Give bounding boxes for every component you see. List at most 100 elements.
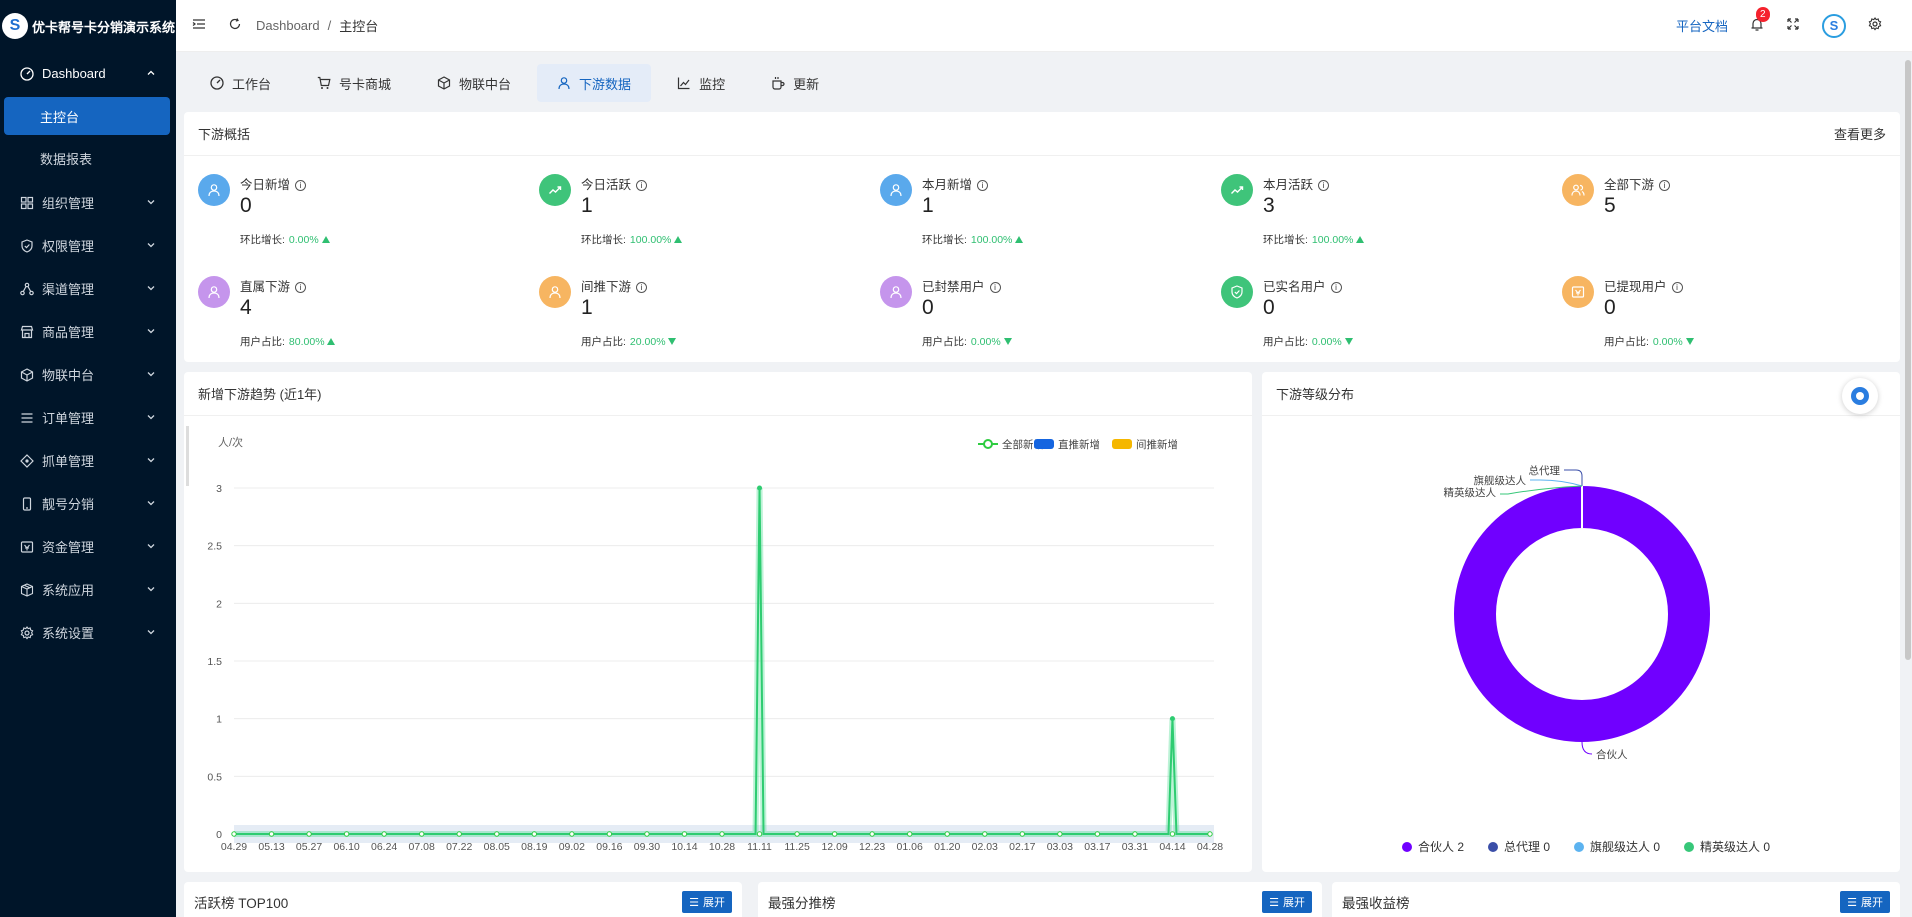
stat-value: 1 bbox=[581, 296, 593, 319]
series-point bbox=[381, 831, 387, 837]
info-icon[interactable]: i bbox=[295, 180, 307, 191]
info-icon[interactable]: i bbox=[1671, 282, 1683, 293]
breadcrumb-dashboard[interactable]: Dashboard bbox=[256, 18, 320, 33]
legend-item-label: 精英级达人 0 bbox=[1700, 840, 1771, 854]
sidebar-item-label: 抓单管理 bbox=[42, 454, 95, 469]
x-tick-label: 01.06 bbox=[897, 841, 923, 853]
top-bar: Dashboard / 主控台 平台文档 2 S bbox=[176, 0, 1912, 52]
tab-4[interactable]: 监控 bbox=[657, 64, 745, 102]
fullscreen-icon[interactable] bbox=[1786, 17, 1800, 34]
sidebar-item-9[interactable]: 系统应用 bbox=[0, 568, 176, 611]
chevron-down-icon bbox=[146, 541, 156, 553]
x-tick-label: 03.31 bbox=[1122, 841, 1148, 853]
legend-item[interactable]: 旗舰级达人 0 bbox=[1574, 838, 1660, 855]
sidebar-item-data-report[interactable]: 数据报表 bbox=[4, 139, 170, 177]
legend-item[interactable]: 总代理 0 bbox=[1488, 838, 1550, 855]
user-icon bbox=[198, 174, 230, 206]
series-point bbox=[569, 831, 575, 837]
user-icon bbox=[198, 276, 230, 308]
x-tick-label: 03.17 bbox=[1084, 841, 1110, 853]
tab-0[interactable]: 工作台 bbox=[190, 64, 291, 102]
donut-leader-line bbox=[1581, 741, 1593, 755]
referral-rank-panel: 最强分推榜 ☰ 展开 bbox=[758, 882, 1322, 917]
active-rank-expand-button[interactable]: ☰ 展开 bbox=[682, 891, 732, 913]
sidebar-item-5[interactable]: 订单管理 bbox=[0, 396, 176, 439]
menu-fold-icon[interactable] bbox=[192, 17, 206, 34]
dashboard-icon bbox=[210, 76, 224, 90]
referral-rank-expand-button[interactable]: ☰ 展开 bbox=[1262, 891, 1312, 913]
notification-badge: 2 bbox=[1756, 6, 1770, 22]
arrow-down-icon bbox=[1685, 336, 1694, 348]
stat-sub-label: 用户占比: bbox=[581, 336, 626, 348]
series-point bbox=[719, 831, 725, 837]
info-icon[interactable]: i bbox=[989, 282, 1001, 293]
donut-leader-line bbox=[1530, 479, 1583, 487]
sidebar-item-6[interactable]: 抓单管理 bbox=[0, 439, 176, 482]
tab-1[interactable]: 号卡商城 bbox=[297, 64, 411, 102]
tab-2[interactable]: 物联中台 bbox=[417, 64, 531, 102]
legend-item[interactable]: 合伙人 2 bbox=[1402, 838, 1464, 855]
sidebar-item-8[interactable]: 资金管理 bbox=[0, 525, 176, 568]
series-point bbox=[1207, 831, 1213, 837]
active-rank-panel: 活跃榜 TOP100 ☰ 展开 bbox=[184, 882, 742, 917]
sidebar-item-10[interactable]: 系统设置 bbox=[0, 611, 176, 654]
stat-sub-label: 环比增长: bbox=[922, 234, 967, 246]
arrow-down-icon bbox=[1344, 336, 1353, 348]
gear-icon[interactable] bbox=[1868, 17, 1882, 34]
sidebar-item-1[interactable]: 权限管理 bbox=[0, 224, 176, 267]
avatar[interactable]: S bbox=[1822, 13, 1846, 38]
legend-item[interactable]: 精英级达人 0 bbox=[1684, 838, 1770, 855]
series-point bbox=[1169, 831, 1176, 837]
stat-label: 已实名用户 bbox=[1263, 280, 1326, 294]
stat-value: 0 bbox=[922, 296, 934, 319]
sidebar-item-2[interactable]: 渠道管理 bbox=[0, 267, 176, 310]
sidebar-item-7[interactable]: 靓号分销 bbox=[0, 482, 176, 525]
stat-label: 直属下游 bbox=[240, 280, 291, 294]
cube-icon bbox=[437, 76, 451, 90]
tab-label: 工作台 bbox=[232, 76, 272, 92]
info-icon[interactable]: i bbox=[1318, 180, 1330, 191]
stat-value: 3 bbox=[1263, 194, 1275, 217]
sidebar-item-3[interactable]: 商品管理 bbox=[0, 310, 176, 353]
tab-label: 物联中台 bbox=[459, 76, 512, 92]
info-icon[interactable]: i bbox=[636, 180, 648, 191]
income-rank-expand-button[interactable]: ☰ 展开 bbox=[1840, 891, 1890, 913]
series-peak-point bbox=[1169, 716, 1175, 722]
stat-card: 已提现用户 i 0 用户占比: 0.00% bbox=[1562, 274, 1862, 364]
x-tick-label: 10.14 bbox=[671, 841, 697, 853]
stat-percent: 0.00% bbox=[288, 234, 319, 246]
series-point bbox=[456, 831, 462, 837]
chevron-down-icon bbox=[146, 197, 156, 209]
tab-3[interactable]: 下游数据 bbox=[537, 64, 652, 102]
chevron-up-icon bbox=[146, 68, 156, 80]
tab-5[interactable]: 更新 bbox=[751, 64, 839, 102]
info-icon[interactable]: i bbox=[1659, 180, 1671, 191]
app-logo[interactable]: S 优卡帮号卡分销演示系统 bbox=[0, 0, 176, 52]
sidebar-group-dashboard[interactable]: Dashboard bbox=[0, 52, 176, 95]
user-icon bbox=[539, 276, 571, 308]
sidebar-item-0[interactable]: 组织管理 bbox=[0, 181, 176, 224]
notification-button[interactable]: 2 bbox=[1750, 6, 1770, 35]
info-icon[interactable]: i bbox=[1330, 282, 1342, 293]
view-more-link[interactable]: 查看更多 bbox=[1834, 124, 1886, 143]
user-icon bbox=[880, 276, 912, 308]
info-icon[interactable]: i bbox=[636, 282, 648, 293]
info-icon[interactable]: i bbox=[977, 180, 989, 191]
x-tick-label: 03.03 bbox=[1047, 841, 1073, 853]
series-point bbox=[644, 831, 650, 837]
breadcrumb-separator: / bbox=[327, 18, 332, 33]
page-scrollbar[interactable] bbox=[1904, 0, 1912, 917]
sidebar-item-label: 系统应用 bbox=[42, 583, 95, 598]
stat-sub-label: 环比增长: bbox=[581, 234, 626, 246]
platform-docs-link[interactable]: 平台文档 bbox=[1676, 16, 1728, 35]
assistant-float-button[interactable] bbox=[1842, 378, 1878, 414]
x-tick-label: 05.27 bbox=[296, 841, 322, 853]
sidebar-item-main-console[interactable]: 主控台 bbox=[4, 97, 170, 135]
info-icon[interactable]: i bbox=[295, 282, 307, 293]
scrollbar-thumb[interactable] bbox=[1905, 60, 1911, 660]
sidebar-item-4[interactable]: 物联中台 bbox=[0, 353, 176, 396]
referral-rank-title: 最强分推榜 bbox=[768, 896, 836, 911]
trend-chart-panel: 新增下游趋势 (近1年) 人/次 0 0.5 1 1.5 2 2.5 3 04.29 05.13 0… bbox=[184, 372, 1252, 872]
refresh-icon[interactable] bbox=[228, 17, 242, 34]
logo-icon: S bbox=[2, 13, 28, 39]
